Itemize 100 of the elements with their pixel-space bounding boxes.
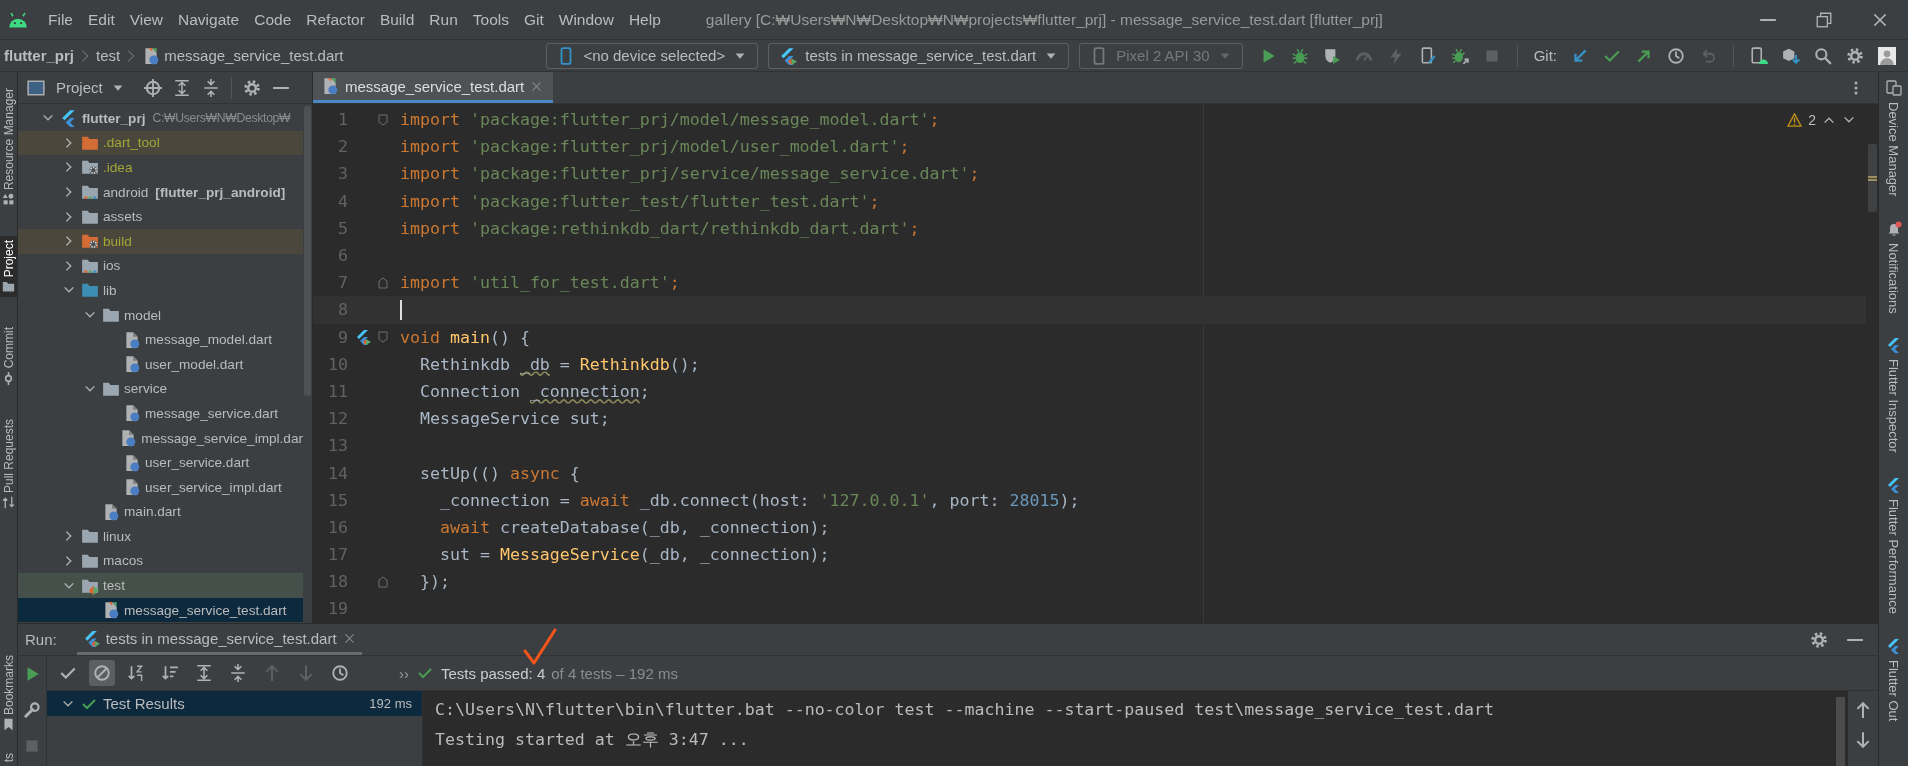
tool-window-tab[interactable]: Pull Requests (0, 414, 17, 513)
arrow-up-icon[interactable] (1854, 701, 1872, 719)
folder-icon (81, 527, 99, 546)
menu-item[interactable]: Tools (466, 10, 515, 29)
flutter-icon (779, 46, 798, 65)
sort-icon[interactable] (161, 664, 179, 682)
wrench-icon[interactable] (23, 701, 41, 719)
avatar-icon[interactable] (1878, 46, 1896, 65)
sort-alphabetical-icon[interactable] (127, 664, 145, 682)
tree-item[interactable]: service (18, 376, 303, 402)
restore-button[interactable] (1815, 10, 1833, 29)
tree-item[interactable]: .idea (18, 155, 303, 180)
tree-item[interactable]: flutter_prj C:₩Users₩N₩Desktop₩ (18, 106, 303, 131)
tool-window-tab[interactable]: Commit (0, 323, 17, 389)
menu-item[interactable]: Help (622, 10, 667, 29)
menu-item[interactable]: Navigate (172, 10, 246, 29)
tool-window-tab[interactable]: Flutter Performance (1879, 477, 1908, 615)
device-dropdown[interactable]: <no device selected> (546, 42, 759, 69)
editor-tab[interactable]: message_service_test.dart (313, 72, 554, 103)
settings-icon[interactable] (1846, 46, 1864, 65)
tree-item[interactable]: build (18, 228, 303, 254)
tool-window-tab[interactable]: Notifications (1879, 220, 1908, 314)
run-tab[interactable]: tests in message_service_test.dart (76, 624, 362, 655)
view-dropdown[interactable]: Project (56, 79, 125, 96)
tool-window-tab[interactable]: ts (0, 748, 17, 766)
line-number: 10 (327, 354, 348, 374)
fold-start-icon[interactable] (378, 113, 388, 126)
tree-item[interactable]: user_model.dart (18, 351, 303, 377)
fold-start-icon[interactable] (378, 331, 388, 344)
line-number: 9 (337, 327, 348, 347)
collapse-all-icon[interactable] (201, 78, 220, 97)
window-icon (27, 78, 45, 97)
phone-android-icon[interactable] (1750, 46, 1768, 65)
run-test-icon[interactable] (355, 329, 371, 346)
expand-all-icon[interactable] (195, 664, 213, 682)
tree-item[interactable]: android [flutter_prj_android] (18, 179, 303, 205)
breadcrumb-item[interactable]: flutter_prj (4, 47, 74, 64)
tree-item[interactable]: message_service_test.dart (18, 597, 303, 623)
menu-item[interactable]: Refactor (300, 10, 371, 29)
tool-window-tab[interactable]: Device Manager (1879, 80, 1908, 197)
tool-window-label: Flutter Out (1886, 660, 1901, 722)
settings-icon[interactable] (242, 78, 261, 97)
tool-window-tab[interactable]: Project (0, 236, 17, 298)
search-icon[interactable] (1814, 46, 1832, 65)
collapse-all-icon[interactable] (229, 664, 247, 682)
arrow-down-icon[interactable] (1854, 731, 1872, 749)
tool-window-tab[interactable]: Bookmarks (0, 650, 17, 735)
tree-item[interactable]: user_service_impl.dart (18, 474, 303, 500)
fold-end-icon[interactable] (378, 575, 388, 588)
line-number: 13 (327, 436, 348, 456)
tool-window-tab[interactable]: Flutter Out (1879, 638, 1908, 722)
bug-icon[interactable] (1290, 46, 1309, 65)
tree-item[interactable]: user_service.dart (18, 450, 303, 475)
tool-window-tab[interactable]: Resource Manager (0, 84, 17, 211)
tree-item[interactable]: model (18, 302, 303, 328)
tree-item[interactable]: main.dart (18, 499, 303, 525)
tree-item[interactable]: message_model.dart (18, 327, 303, 352)
menu-item[interactable]: Build (373, 10, 421, 29)
tree-item[interactable]: lib (18, 278, 303, 303)
scrollbar-thumb[interactable] (304, 106, 311, 396)
menu-item[interactable]: Run (423, 10, 464, 29)
fold-end-icon[interactable] (378, 276, 388, 289)
check-icon (417, 665, 433, 681)
menu-item[interactable]: View (123, 10, 170, 29)
menu-item[interactable]: Edit (82, 10, 121, 29)
expand-all-icon[interactable] (172, 78, 191, 97)
tree-item[interactable]: assets (18, 204, 303, 229)
tool-window-label: Device Manager (1886, 102, 1901, 197)
menu-item[interactable]: File (42, 10, 79, 29)
more-button[interactable]: ›› (399, 664, 409, 682)
code-line: _connection = await _db.connect(host: '127.0.0.1', port: 28015); (438, 490, 1080, 510)
close-icon[interactable] (342, 631, 356, 645)
tree-item[interactable]: linux (18, 524, 303, 549)
run-config-dropdown[interactable]: tests in message_service_test.dart (768, 42, 1070, 69)
tree-item[interactable]: test (18, 573, 303, 598)
tree-item[interactable]: message_service.dart (18, 401, 303, 426)
crosshair-icon[interactable] (143, 78, 162, 97)
breadcrumb-item[interactable]: message_service_test.dart (164, 47, 344, 64)
breadcrumb-item[interactable]: test (96, 47, 121, 64)
clock-icon[interactable] (1667, 46, 1685, 65)
menu-item[interactable]: Git (517, 10, 550, 29)
scrollbar-thumb[interactable] (1836, 697, 1845, 766)
shield-play-icon[interactable] (1322, 46, 1341, 65)
code-line: await createDatabase(_db, _connection); (438, 517, 830, 537)
tool-window-tab[interactable]: Flutter Inspector (1879, 337, 1908, 454)
tree-item[interactable]: macos (18, 548, 303, 574)
tree-item[interactable]: ios (18, 253, 303, 279)
test-result-item[interactable]: Test Results 192 ms (47, 691, 422, 716)
box-download-icon[interactable] (1782, 46, 1800, 65)
scrollbar-thumb[interactable] (1867, 144, 1877, 212)
bug-arrow-icon[interactable] (1450, 46, 1469, 65)
file-icon (102, 502, 120, 521)
menu-item[interactable]: Code (248, 10, 298, 29)
tree-item[interactable]: .dart_tool (18, 130, 303, 156)
menu-item[interactable]: Window (552, 10, 620, 29)
clock-icon[interactable] (331, 664, 349, 682)
code-line: import 'package:flutter_prj/model/user_model.dart'; (400, 137, 910, 157)
settings-icon[interactable] (1810, 630, 1828, 649)
tree-item[interactable]: message_service_impl.dar (18, 425, 303, 451)
warning-count[interactable]: 2 (1808, 112, 1816, 128)
